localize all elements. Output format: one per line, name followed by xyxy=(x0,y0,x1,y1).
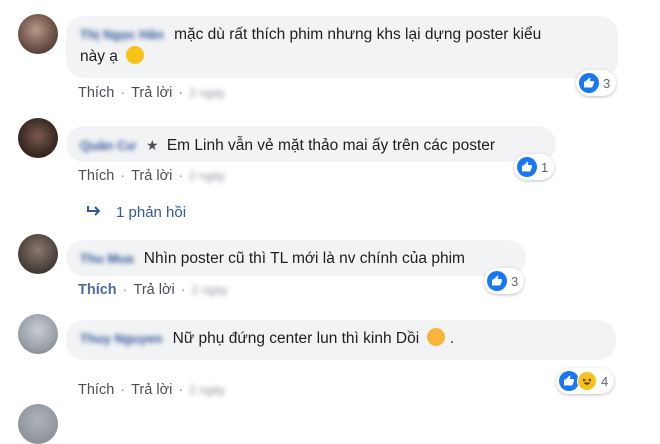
reaction-count: 3 xyxy=(603,75,611,91)
avatar[interactable] xyxy=(18,118,58,158)
like-icon xyxy=(487,271,507,291)
comment-actions: Thích · Trả lời · 2 ngày xyxy=(78,168,225,184)
avatar[interactable] xyxy=(18,234,58,274)
reaction-summary[interactable]: 1 xyxy=(514,154,555,180)
comment-text-end: . xyxy=(449,330,455,347)
view-replies-link[interactable]: 1 phản hồi xyxy=(86,204,186,221)
timestamp[interactable]: 2 ngày xyxy=(189,383,225,397)
separator: · xyxy=(180,282,186,298)
comment-actions: Thích · Trả lời · 2 ngày xyxy=(78,85,225,101)
blush-emoji-icon xyxy=(427,328,446,346)
reply-arrow-icon xyxy=(86,204,102,221)
author-name[interactable]: Thu Mua xyxy=(80,248,133,270)
reaction-summary[interactable]: 3 xyxy=(484,268,525,294)
comment-text: mặc dù rất thích phim nhưng khs lại dựng… xyxy=(174,26,542,43)
replies-count-label[interactable]: 1 phản hồi xyxy=(116,204,186,221)
smile-emoji-icon xyxy=(126,46,145,64)
reaction-count: 4 xyxy=(601,373,609,389)
reaction-count: 1 xyxy=(541,159,549,175)
reaction-summary[interactable]: 4 xyxy=(556,368,615,394)
separator: · xyxy=(120,382,126,398)
reply-link[interactable]: Trả lời xyxy=(131,168,172,184)
star-icon: ★ xyxy=(145,137,159,153)
separator: · xyxy=(178,168,184,184)
timestamp[interactable]: 2 ngày xyxy=(192,283,228,297)
comment-text: Em Linh vẫn vẻ mặt thảo mai ấy trên các … xyxy=(166,137,496,154)
haha-icon xyxy=(577,371,597,391)
timestamp[interactable]: 2 ngày xyxy=(189,169,225,183)
author-name[interactable]: Quân Cư xyxy=(80,135,136,157)
like-icon xyxy=(579,73,599,93)
avatar[interactable] xyxy=(18,404,58,444)
like-link[interactable]: Thích xyxy=(78,382,114,398)
like-icon xyxy=(559,371,579,391)
separator: · xyxy=(120,85,126,101)
reaction-count: 3 xyxy=(511,273,519,289)
comment-bubble: Quân Cư ★ Em Linh vẫn vẻ mặt thảo mai ấy… xyxy=(66,126,556,162)
reaction-summary[interactable]: 3 xyxy=(576,70,617,96)
like-link[interactable]: Thích xyxy=(78,282,117,298)
avatar[interactable] xyxy=(18,314,58,354)
separator: · xyxy=(178,85,184,101)
comment-text: Nhìn poster cũ thì TL mới là nv chính củ… xyxy=(143,250,465,267)
separator: · xyxy=(178,382,184,398)
reply-link[interactable]: Trả lời xyxy=(134,282,175,298)
author-name[interactable]: Thuy Nguyen xyxy=(80,328,162,350)
like-link[interactable]: Thích xyxy=(78,85,114,101)
like-icon xyxy=(517,157,537,177)
comment-bubble: Thuy Nguyen Nữ phụ đứng center lun thì k… xyxy=(66,320,616,360)
comment-bubble: Thu Mua Nhìn poster cũ thì TL mới là nv … xyxy=(66,240,526,276)
separator: · xyxy=(120,168,126,184)
reply-link[interactable]: Trả lời xyxy=(131,85,172,101)
avatar[interactable] xyxy=(18,14,58,54)
comment-bubble: Thị Ngọc Hân mặc dù rất thích phim nhưng… xyxy=(66,16,618,78)
reply-link[interactable]: Trả lời xyxy=(131,382,172,398)
like-link[interactable]: Thích xyxy=(78,168,114,184)
comment-actions: Thích · Trả lời · 2 ngày xyxy=(78,382,225,398)
separator: · xyxy=(122,282,128,298)
comment-actions: Thích · Trả lời · 2 ngày xyxy=(78,282,228,298)
author-name[interactable]: Thị Ngọc Hân xyxy=(80,24,164,46)
comment-text-cont: này ạ xyxy=(80,48,118,65)
comment-text: Nữ phụ đứng center lun thì kinh Dồi xyxy=(172,330,420,347)
timestamp[interactable]: 2 ngày xyxy=(189,86,225,100)
